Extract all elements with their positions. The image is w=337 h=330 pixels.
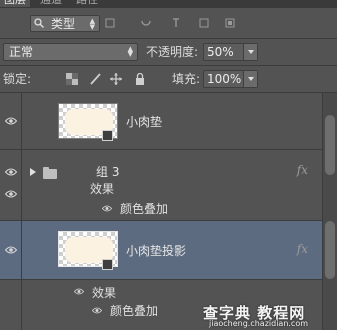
smart-object-badge-icon — [102, 130, 113, 141]
folder-icon — [43, 167, 57, 179]
fx-icon[interactable]: fx — [297, 163, 308, 177]
scrollbar-thumb-secondary[interactable] — [325, 221, 335, 279]
effect-color-overlay[interactable]: 颜色叠加 — [110, 304, 158, 318]
search-icon — [34, 18, 44, 28]
layer-row[interactable]: 小肉垫 — [0, 93, 322, 150]
filter-kind-select[interactable]: 类型 ▲ ▼ — [30, 15, 100, 32]
layer-name[interactable]: 小肉垫投影 — [126, 244, 186, 258]
visibility-toggle[interactable] — [0, 221, 22, 279]
fill-field[interactable]: 100% — [203, 70, 258, 88]
lock-pixels-brush-icon[interactable] — [89, 73, 101, 85]
tab-paths[interactable]: 路径 — [76, 0, 98, 7]
lock-position-move-icon[interactable] — [110, 73, 122, 85]
scrollbar-thumb[interactable] — [325, 115, 335, 175]
lock-label: 锁定: — [3, 72, 32, 86]
group-row[interactable]: 组 3 fx 效果 颜色叠加 — [0, 150, 322, 221]
blend-mode-select[interactable]: 正常 ▲ ▼ — [3, 43, 138, 61]
opacity-label: 不透明度: — [146, 45, 199, 59]
blend-mode-value: 正常 — [9, 45, 34, 59]
expand-triangle-icon[interactable] — [30, 168, 36, 176]
smart-object-filter-icon[interactable] — [225, 18, 235, 28]
tab-layers[interactable]: 图层 — [0, 0, 30, 7]
eye-icon[interactable] — [5, 117, 17, 125]
lock-row: 锁定: 填充: 100% — [0, 66, 337, 92]
opacity-field[interactable]: 50% — [203, 43, 258, 61]
filter-kind-label: 类型 — [51, 17, 76, 31]
tab-channels[interactable]: 通道 — [40, 0, 62, 7]
lock-transparency-icon[interactable] — [66, 73, 78, 85]
fill-value: 100% — [207, 72, 242, 86]
watermark-url: jiaocheng.chazidian.com — [209, 319, 309, 328]
pixel-filter-icon[interactable] — [105, 18, 115, 28]
smart-object-badge-icon — [102, 259, 113, 270]
opacity-value: 50% — [207, 45, 234, 59]
layers-scrollbar[interactable] — [322, 93, 337, 330]
shape-filter-icon[interactable] — [199, 18, 209, 28]
watermark: 查字典 教程网 jiaocheng.chazidian.com — [203, 302, 335, 330]
layer-name[interactable]: 小肉垫 — [126, 115, 162, 129]
effects-label[interactable]: 效果 — [90, 182, 114, 196]
adjustment-filter-icon[interactable] — [141, 18, 151, 28]
panel-tabs: 图层 通道 路径 — [0, 0, 337, 8]
eye-icon[interactable] — [74, 288, 84, 295]
visibility-toggle[interactable] — [0, 280, 22, 330]
lock-all-icon[interactable] — [134, 73, 146, 85]
fill-label: 填充: — [172, 72, 201, 86]
group-name[interactable]: 组 3 — [96, 165, 119, 179]
eye-icon[interactable] — [5, 246, 17, 254]
chevron-down-icon[interactable] — [243, 44, 257, 60]
updown-arrows-icon: ▲ ▼ — [127, 45, 133, 58]
layer-filter-bar: 类型 ▲ ▼ — [0, 8, 337, 38]
eye-icon[interactable] — [92, 307, 102, 314]
type-filter-icon[interactable] — [171, 18, 181, 28]
updown-arrows-icon: ▲ ▼ — [89, 17, 95, 31]
eye-icon[interactable] — [102, 205, 112, 212]
visibility-toggle[interactable] — [0, 150, 22, 220]
visibility-toggle[interactable] — [0, 93, 22, 149]
fx-icon[interactable]: fx — [297, 242, 308, 256]
eye-icon[interactable] — [5, 168, 17, 176]
effects-label[interactable]: 效果 — [92, 286, 116, 300]
layers-list: 小肉垫 组 3 fx 效果 颜色叠加 小肉垫投影 fx 效果 颜色叠加 — [0, 93, 322, 330]
effect-color-overlay[interactable]: 颜色叠加 — [120, 202, 168, 216]
layer-row-selected[interactable]: 小肉垫投影 fx — [0, 221, 322, 280]
chevron-down-icon[interactable] — [243, 71, 257, 87]
blend-row: 正常 ▲ ▼ 不透明度: 50% — [0, 39, 337, 65]
eye-icon[interactable] — [5, 190, 17, 198]
